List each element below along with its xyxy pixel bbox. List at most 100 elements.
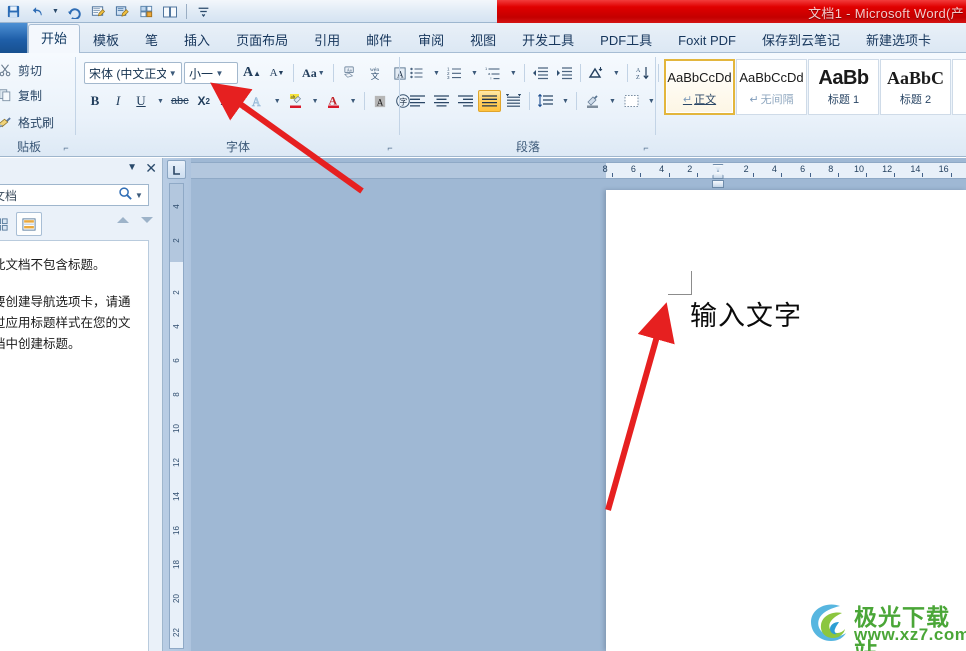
customize-qat-icon[interactable] [192,1,214,22]
vertical-ruler[interactable]: 4 2 2 4 6 8 10 12 14 16 18 20 22 [169,183,184,649]
subscript-button[interactable]: X2 [193,90,215,112]
quick-access-toolbar[interactable]: ▼ [0,0,214,23]
underline-dropdown-button[interactable]: ▼ [153,90,167,112]
style-card-2[interactable]: AaBb 标题 1 [808,59,879,115]
paragraph-dialog-launcher[interactable]: ⌐ [640,142,652,154]
search-input[interactable]: 文档 ▼ [0,184,149,206]
shading-dropdown[interactable]: ▼ [605,90,619,112]
sort-chinese-button[interactable] [585,62,608,84]
font-color-button[interactable]: A [323,90,345,112]
vruler-tick: 8 [172,392,181,397]
copy-button[interactable]: 复制 [0,84,42,106]
undo-dropdown-icon[interactable]: ▼ [50,1,61,22]
bullets-dropdown[interactable]: ▼ [429,62,443,84]
ribbon-tab-3[interactable]: 插入 [171,27,223,53]
save-icon[interactable] [2,1,24,22]
superscript-button[interactable]: X2 [216,90,238,112]
ribbon-tab-9[interactable]: 开发工具 [509,27,587,53]
increase-indent-button[interactable] [553,62,576,84]
ribbon-tab-7[interactable]: 审阅 [405,27,457,53]
undo-icon[interactable] [26,1,48,22]
line-spacing-button[interactable] [534,90,557,112]
distribute-button[interactable] [502,90,525,112]
sort-chinese-dropdown[interactable]: ▼ [609,62,623,84]
vruler-tick: 10 [172,424,181,433]
change-case-button[interactable]: Aa ▼ [299,62,328,84]
ruler-tick-label: 4 [771,164,777,174]
strikethrough-button[interactable]: abc [168,90,192,112]
clear-formatting-button[interactable]: Aa [339,62,362,84]
redo-icon[interactable] [63,1,85,22]
ribbon-tab-12[interactable]: 保存到云笔记 [749,27,853,53]
ribbon-tab-2[interactable]: 笔 [132,27,171,53]
vruler-tick: 16 [172,526,181,535]
format-painter-button[interactable]: 格式刷 [0,111,54,133]
italic-button[interactable]: I [107,90,129,112]
font-color-dropdown[interactable]: ▼ [346,90,360,112]
bullets-button[interactable] [406,62,428,84]
close-icon[interactable]: ✕ [145,160,157,176]
left-indent-marker[interactable] [712,180,724,188]
text-highlight-button[interactable]: ab [285,90,307,112]
numbering-button[interactable]: 123 [444,62,466,84]
shrink-font-button[interactable]: A ▼ [266,62,288,84]
underline-button[interactable]: U [130,90,152,112]
font-name-combo[interactable]: 宋体 (中文正文 ▼ [84,62,182,84]
line-spacing-dropdown[interactable]: ▼ [558,90,572,112]
ribbon-tab-8[interactable]: 视图 [457,27,509,53]
justify-button[interactable] [478,90,501,112]
text-effects-dropdown[interactable]: ▼ [270,90,284,112]
document-page[interactable]: 输入文字 [606,190,966,651]
phonetic-guide-button[interactable]: wén 文 [364,62,387,84]
highlight-dropdown[interactable]: ▼ [308,90,322,112]
clipboard-dialog-launcher[interactable]: ⌐ [60,142,72,154]
table-icon[interactable] [135,1,157,22]
style-card-1[interactable]: AaBbCcDd ↵ 无间隔 [736,59,807,115]
ribbon-tab-4[interactable]: 页面布局 [223,27,301,53]
tab-stop-selector[interactable] [167,160,186,179]
borders-button[interactable] [620,90,643,112]
text-effects-button[interactable]: A [247,90,269,112]
cut-button[interactable]: 剪切 [0,59,42,81]
ribbon-tab-5[interactable]: 引用 [301,27,353,53]
print-preview-icon[interactable] [111,1,133,22]
shading-button[interactable] [581,90,604,112]
vruler-tick: 2 [172,290,181,295]
bold-button[interactable]: B [84,90,106,112]
numbering-dropdown[interactable]: ▼ [467,62,481,84]
style-card-0[interactable]: AaBbCcDd ↵ 正文 [664,59,735,115]
font-dialog-launcher[interactable]: ⌐ [384,142,396,154]
ribbon-tab-1[interactable]: 模板 [80,27,132,53]
browse-results-tab[interactable] [16,212,42,236]
align-right-button[interactable] [454,90,477,112]
ribbon-tab-10[interactable]: PDF工具 [587,27,665,53]
decrease-indent-button[interactable] [529,62,552,84]
ribbon-tab-13[interactable]: 新建选项卡 [853,27,944,53]
chevron-down-icon[interactable]: ▼ [127,162,137,173]
quick-print-icon[interactable] [87,1,109,22]
grow-font-button[interactable]: A ▲ [240,62,264,84]
align-left-button[interactable] [406,90,429,112]
document-text[interactable]: 输入文字 [690,294,802,333]
ribbon-tab-0[interactable]: 开始 [28,24,81,53]
style-card-3[interactable]: AaBbC 标题 2 [880,59,951,115]
multilevel-dropdown[interactable]: ▼ [506,62,520,84]
horizontal-ruler[interactable]: 8 6 4 2 2 4 6 8 10 12 14 16 [191,162,966,188]
character-shading-button[interactable]: A [369,90,391,112]
browse-headings-tab[interactable] [0,212,14,236]
ribbon-tab-11[interactable]: Foxit PDF [665,27,749,53]
multilevel-list-button[interactable]: 1ai [482,62,505,84]
search-icon[interactable] [118,186,133,204]
previous-result-icon[interactable] [116,214,130,228]
book-icon[interactable] [159,1,181,22]
styles-gallery[interactable]: AaBbCcDd ↵ 正文 AaBbCcDd ↵ 无间隔 AaBb 标题 1 AaBbC 标题 2… [664,59,966,115]
ribbon-tab-6[interactable]: 邮件 [353,27,405,53]
sort-button[interactable]: AZ [632,62,654,84]
align-center-button[interactable] [430,90,453,112]
search-options-chevron-icon[interactable]: ▼ [133,191,145,200]
vruler-tick: 4 [172,204,181,209]
font-size-combo[interactable]: 小一 ▼ [184,62,238,84]
file-menu-button[interactable] [0,23,28,53]
style-card-4[interactable]: A [952,59,966,115]
next-result-icon[interactable] [140,214,154,228]
